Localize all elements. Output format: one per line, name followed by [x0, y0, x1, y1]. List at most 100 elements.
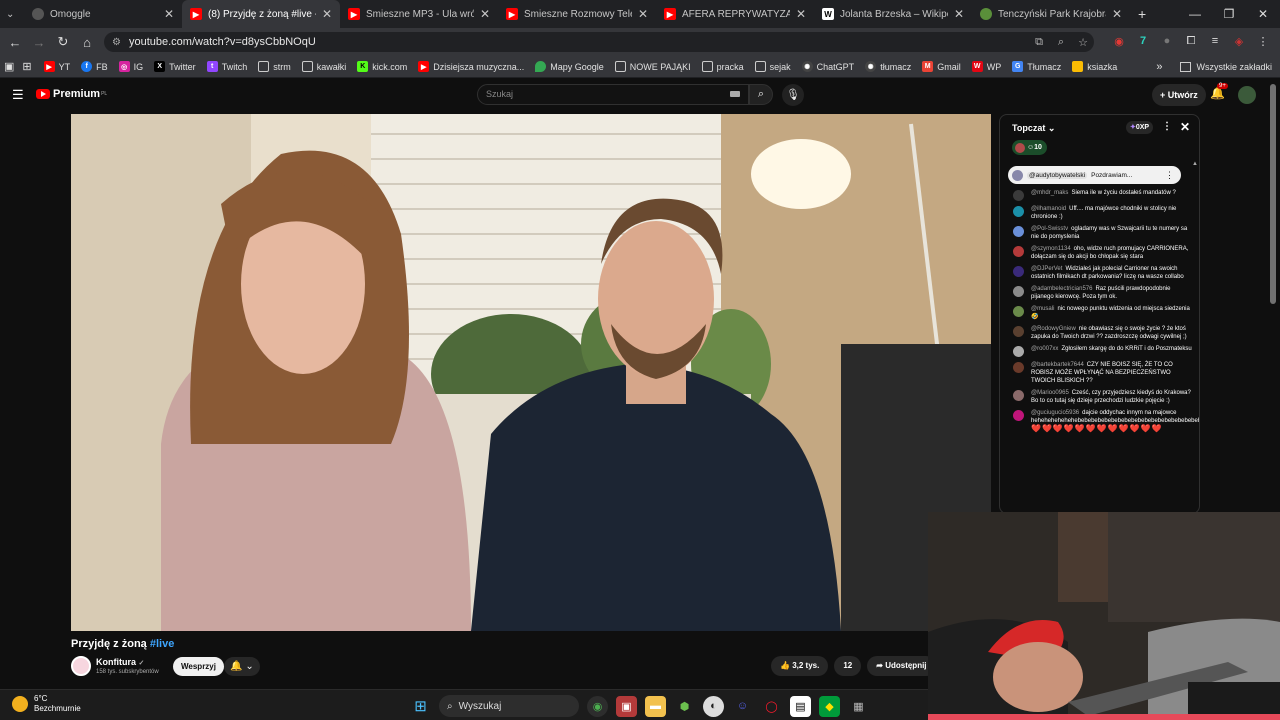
bookmark-ig[interactable]: ◎ IG: [118, 61, 143, 72]
calculator-icon[interactable]: ▦: [848, 696, 869, 717]
tab-5[interactable]: W Jolanta Brzeska – Wikipedia, wolna ✕: [814, 0, 972, 28]
bookmark-yt[interactable]: ▶ YT: [43, 61, 70, 72]
share-button[interactable]: ➦ Udostępnij: [867, 656, 936, 676]
voice-search-button[interactable]: 🎙: [782, 84, 804, 106]
keyboard-icon[interactable]: [730, 91, 740, 97]
photos-icon[interactable]: ▣: [616, 695, 637, 717]
maximize-icon[interactable]: ❐: [1212, 0, 1246, 28]
seven-tv-extension-icon[interactable]: 7: [1134, 32, 1152, 50]
bookmark-tlumacz[interactable]: ✺ tłumacz: [865, 61, 911, 72]
profile-icon[interactable]: ◈: [1230, 32, 1248, 50]
close-tab-icon[interactable]: ✕: [796, 7, 806, 21]
all-bookmarks[interactable]: » Wszystkie zakładki: [1156, 56, 1272, 78]
chat-author[interactable]: @RodowyGniew: [1031, 326, 1076, 332]
bookmark-chatgpt[interactable]: ✺ ChatGPT: [801, 61, 854, 72]
create-button[interactable]: + Utwórz: [1152, 84, 1206, 106]
chat-author[interactable]: @adambelectrician576: [1031, 286, 1092, 292]
hamburger-menu-icon[interactable]: ☰: [12, 87, 24, 103]
hashtag-link[interactable]: #live: [150, 638, 174, 650]
chat-message[interactable]: @ilhamanoid Uff.... ma majówce chodniki w…: [1000, 205, 1199, 221]
bookmark-star-icon[interactable]: ☆: [1072, 36, 1094, 49]
chat-message[interactable]: @szymon1134 oho, widze ruch promujacy CAR…: [1000, 245, 1199, 261]
bookmark-twitch[interactable]: t Twitch: [206, 61, 247, 72]
file-explorer-icon[interactable]: ▬: [645, 695, 666, 717]
chat-message[interactable]: @bartekbartek7644 CZY NIE BOISZ SIĘ, ŻE T…: [1000, 361, 1199, 385]
chat-message[interactable]: @RodowyGniew nie obawiasz się o swoje życ…: [1000, 325, 1199, 341]
chat-message[interactable]: @Marioo0965 Cześć, czy przyjedziesz kiedy…: [1000, 389, 1199, 405]
more-options-icon[interactable]: ⋮: [1162, 121, 1172, 132]
comments-button[interactable]: 12: [834, 656, 862, 676]
chat-author[interactable]: @Pol-Swisstv: [1031, 226, 1068, 232]
site-info-icon[interactable]: ⚙: [112, 37, 121, 48]
start-icon[interactable]: ⊞: [410, 696, 431, 717]
search-button[interactable]: ⌕: [749, 84, 773, 105]
bookmark-translate[interactable]: G Tłumacz: [1012, 61, 1061, 72]
xp-badge[interactable]: ✦0XP: [1126, 121, 1154, 134]
bookmark-maps[interactable]: Mapy Google: [535, 61, 604, 72]
notifications-button[interactable]: 🔔 9+: [1210, 83, 1228, 100]
chat-message[interactable]: @guciugucio5936 dajcie oddychac innym na …: [1000, 409, 1199, 433]
close-tab-icon[interactable]: ✕: [1112, 7, 1122, 21]
store-icon[interactable]: ◆: [819, 695, 840, 717]
support-button[interactable]: Wesprzyj: [173, 657, 224, 676]
bookmark-gmail[interactable]: M Gmail: [922, 61, 961, 72]
search-input[interactable]: Szukaj: [477, 84, 749, 105]
close-tab-icon[interactable]: ✕: [954, 7, 964, 21]
chevron-right-icon[interactable]: »: [1156, 61, 1162, 73]
tab-0[interactable]: Omoggle ✕: [24, 0, 182, 28]
channel-avatar[interactable]: [71, 656, 91, 676]
tab-6[interactable]: Tenczyński Park Krajobrazowy | Par ✕: [972, 0, 1130, 28]
tab-groups-icon[interactable]: ▣: [4, 60, 14, 73]
chat-author[interactable]: @ilhamanoid: [1031, 206, 1066, 212]
bookmark-folder-pajaki[interactable]: NOWE PAJĄKI: [614, 61, 691, 72]
minimize-icon[interactable]: —: [1178, 0, 1212, 28]
chat-author[interactable]: @guciugucio5936: [1031, 410, 1079, 416]
close-tab-icon[interactable]: ✕: [322, 7, 332, 21]
chat-mode-dropdown[interactable]: Topczat ⌄: [1012, 123, 1055, 134]
tab-search-button[interactable]: ⌄: [0, 0, 24, 28]
close-tab-icon[interactable]: ✕: [480, 7, 490, 21]
tab-1[interactable]: ▶ (8) Przyjdę z żoną #live - YouTube ✕: [182, 0, 340, 28]
security-icon[interactable]: ⬢: [674, 696, 695, 717]
extensions-puzzle-icon[interactable]: ⧠: [1182, 32, 1200, 50]
channel-name[interactable]: Konfitura ✓: [96, 657, 144, 667]
bookmark-folder-strm[interactable]: strm: [258, 61, 291, 72]
reload-icon[interactable]: ↻: [51, 34, 75, 50]
video-player[interactable]: [71, 114, 991, 631]
extension-icon[interactable]: ●: [1158, 32, 1176, 50]
document-icon[interactable]: ▤: [790, 695, 811, 717]
new-tab-button[interactable]: +: [1130, 0, 1156, 28]
bookmark-wp[interactable]: W WP: [971, 61, 1001, 72]
tab-3[interactable]: ▶ Śmieszne Rozmowy Telefoniczne ✕: [498, 0, 656, 28]
chat-author[interactable]: @szymon1134: [1031, 246, 1071, 252]
close-tab-icon[interactable]: ✕: [638, 7, 648, 21]
more-options-icon[interactable]: ⋮: [1165, 170, 1174, 181]
chat-message[interactable]: @DJPerVet Widziałeś jak polecial Carrione…: [1000, 265, 1199, 281]
bookmark-folder-pracka[interactable]: pracka: [701, 61, 744, 72]
chat-author[interactable]: @mhdr_maks: [1031, 190, 1068, 196]
zoom-icon[interactable]: ⌕: [1050, 36, 1072, 49]
close-window-icon[interactable]: ✕: [1246, 0, 1280, 28]
account-avatar[interactable]: [1238, 86, 1256, 104]
apps-grid-icon[interactable]: ⊞: [22, 60, 31, 73]
record-extension-icon[interactable]: ◉: [1110, 32, 1128, 50]
bookmark-ksiazka[interactable]: ksiazka: [1072, 61, 1117, 72]
chat-message[interactable]: @Pol-Swisstv ogladamy was w Szwajcarii tu…: [1000, 225, 1199, 241]
page-scrollbar[interactable]: [1270, 84, 1276, 304]
back-icon[interactable]: ←: [3, 35, 27, 50]
notification-bell-button[interactable]: 🔔 ⌄: [224, 657, 260, 676]
bookmark-twitter[interactable]: X Twitter: [154, 61, 196, 72]
chat-author[interactable]: @ro007xx: [1031, 346, 1058, 352]
bookmark-muzyczna[interactable]: ▶ Dzisiejsza muzyczna...: [418, 61, 524, 72]
chat-message[interactable]: @mhdr_maks Siema ile w życiu dostałeś man…: [1000, 189, 1199, 201]
bookmark-kick[interactable]: Kkick.com: [357, 61, 407, 72]
chat-author[interactable]: @bartekbartek7644: [1031, 362, 1084, 368]
chat-message[interactable]: @ro007xx Zgłosiłem skargę do do KRRiT i d…: [1000, 345, 1199, 357]
youtube-logo[interactable]: Premium PL: [36, 88, 107, 100]
scroll-up-icon[interactable]: ▲: [1192, 161, 1198, 167]
chat-author[interactable]: @Marioo0965: [1031, 390, 1069, 396]
pinned-message[interactable]: @audytobywatelski Pozdrawiam... ⋮: [1008, 166, 1181, 184]
chat-author[interactable]: @DJPerVet: [1031, 266, 1062, 272]
chat-message[interactable]: @adambelectrician576 Raz puścili prawdopo…: [1000, 285, 1199, 301]
tab-2[interactable]: ▶ Śmieszne MP3 - Ula wróć - YouTube ✕: [340, 0, 498, 28]
